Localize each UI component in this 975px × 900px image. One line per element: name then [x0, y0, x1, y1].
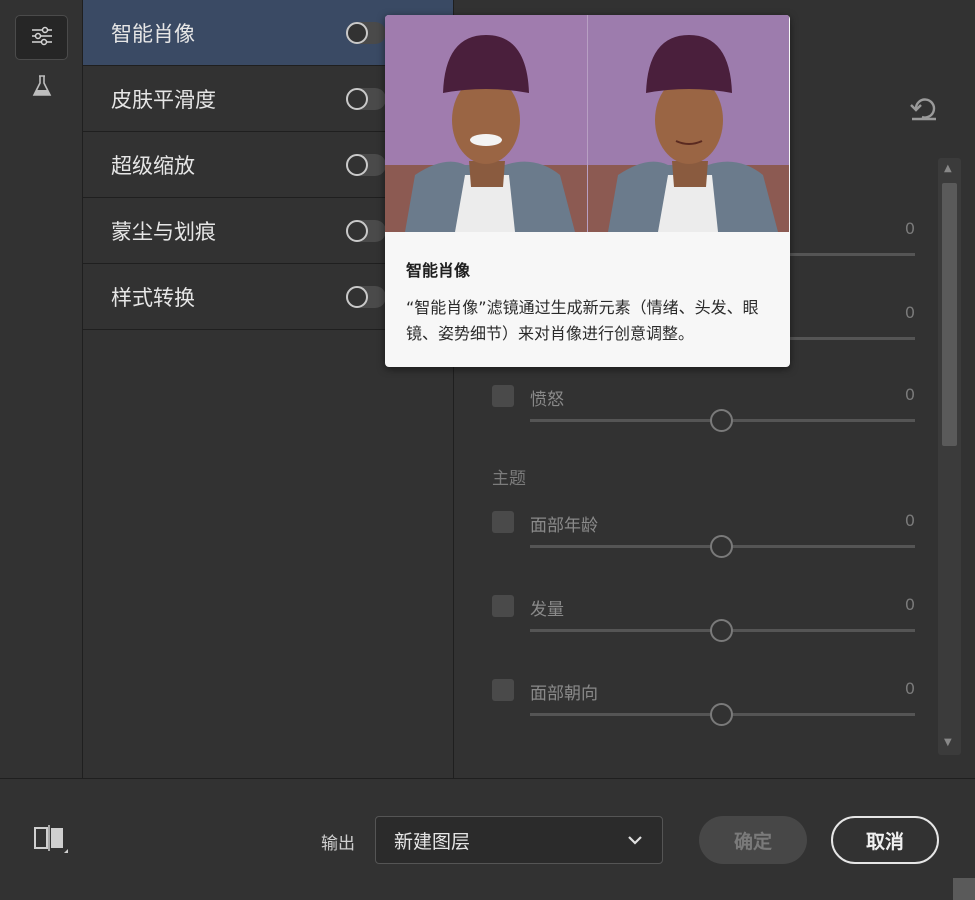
filter-label: 蒙尘与划痕: [111, 219, 216, 244]
chevron-up-icon[interactable]: ▲: [944, 163, 952, 174]
output-label: 输出: [321, 834, 355, 854]
slider-value: 0: [904, 303, 915, 322]
toggle-knob: [346, 220, 368, 242]
chevron-down-icon[interactable]: ▼: [944, 737, 952, 748]
portrait-after-image: [587, 15, 789, 232]
filter-toggle[interactable]: [346, 88, 386, 110]
settings-scrollbar[interactable]: ▲ ▼: [938, 158, 961, 755]
slider-value: 0: [904, 679, 915, 698]
beta-filters-button[interactable]: [15, 66, 68, 110]
filter-toggle[interactable]: [346, 22, 386, 44]
chevron-down-icon: [626, 831, 644, 853]
beaker-icon: [32, 75, 52, 101]
filter-label: 皮肤平滑度: [111, 87, 216, 112]
slider-label: 面部年龄: [530, 516, 598, 536]
toggle-knob: [346, 88, 368, 110]
ok-button[interactable]: 确定: [699, 816, 807, 864]
slider-value: 0: [904, 219, 915, 238]
filter-toggle[interactable]: [346, 154, 386, 176]
output-dropdown[interactable]: 新建图层: [375, 816, 663, 864]
filter-label: 样式转换: [111, 285, 195, 310]
neural-filters-dialog: 智能肖像 皮肤平滑度 超级缩放 蒙尘与划痕 样式转换 0 0 愤怒 0 主题 面…: [0, 0, 975, 900]
scrollbar-thumb[interactable]: [942, 183, 957, 446]
filter-toggle[interactable]: [346, 286, 386, 308]
slider-thumb[interactable]: [710, 409, 733, 432]
filters-tab-button[interactable]: [15, 15, 68, 60]
toggle-knob: [346, 154, 368, 176]
tooltip-title: 智能肖像: [406, 261, 471, 280]
filter-toggle[interactable]: [346, 220, 386, 242]
filter-tooltip: 智能肖像 “智能肖像”滤镜通过生成新元素（情绪、头发、眼镜、姿势细节）来对肖像进…: [385, 15, 790, 367]
hair-volume-checkbox[interactable]: [492, 595, 514, 617]
section-theme-label: 主题: [492, 469, 526, 489]
resize-grip[interactable]: [953, 878, 975, 900]
before-after-preview: [385, 15, 790, 232]
slider-label: 面部朝向: [530, 684, 598, 704]
slider-label: 发量: [530, 600, 564, 620]
tooltip-description: “智能肖像”滤镜通过生成新元素（情绪、头发、眼镜、姿势细节）来对肖像进行创意调整…: [406, 298, 759, 343]
toggle-knob: [346, 22, 368, 44]
cancel-button[interactable]: 取消: [831, 816, 939, 864]
anger-checkbox[interactable]: [492, 385, 514, 407]
slider-thumb[interactable]: [710, 619, 733, 642]
slider-thumb[interactable]: [710, 535, 733, 558]
slider-value: 0: [904, 385, 915, 404]
sliders-icon: [31, 26, 53, 50]
portrait-before-image: [385, 15, 587, 232]
output-selected-value: 新建图层: [394, 830, 471, 853]
slider-thumb[interactable]: [710, 703, 733, 726]
before-after-compare-icon[interactable]: [33, 825, 69, 859]
slider-value: 0: [904, 511, 915, 530]
filter-label: 超级缩放: [111, 153, 195, 178]
face-direction-checkbox[interactable]: [492, 679, 514, 701]
reset-icon[interactable]: [910, 97, 938, 125]
icon-rail: [0, 0, 83, 778]
face-age-checkbox[interactable]: [492, 511, 514, 533]
toggle-knob: [346, 286, 368, 308]
slider-label: 愤怒: [530, 390, 564, 410]
slider-value: 0: [904, 595, 915, 614]
filter-label: 智能肖像: [111, 21, 195, 46]
